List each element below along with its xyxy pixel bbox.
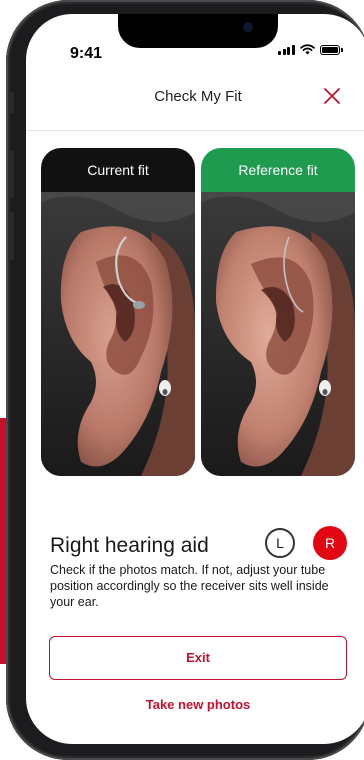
right-side-toggle[interactable]: R <box>313 526 347 560</box>
fit-instructions: Check if the photos match. If not, adjus… <box>50 563 329 609</box>
take-new-photos-link[interactable]: Take new photos <box>26 697 364 712</box>
current-fit-card: Current fit <box>41 148 195 476</box>
status-icons <box>278 44 343 55</box>
mute-switch <box>9 92 14 114</box>
signal-icon <box>278 44 295 55</box>
reference-fit-card: Reference fit <box>201 148 355 476</box>
volume-down-button <box>9 212 14 260</box>
reference-fit-label: Reference fit <box>238 162 318 178</box>
front-camera <box>243 22 253 32</box>
exit-button[interactable]: Exit <box>49 636 347 680</box>
phone-frame: 9:41 Check My Fit Current fit Reference … <box>6 0 364 760</box>
wifi-icon <box>299 44 315 55</box>
header-divider <box>26 130 364 131</box>
current-fit-label: Current fit <box>87 162 149 178</box>
page-title: Check My Fit <box>154 88 242 105</box>
hearing-aid-title: Right hearing aid <box>50 534 209 557</box>
battery-icon <box>319 44 343 55</box>
status-time: 9:41 <box>70 45 103 62</box>
volume-up-button <box>9 150 14 198</box>
current-fit-photo <box>41 192 195 476</box>
close-icon[interactable] <box>322 86 342 106</box>
reference-fit-photo <box>201 192 355 476</box>
notch <box>118 14 278 48</box>
left-side-toggle[interactable]: L <box>265 528 295 558</box>
app-screen: 9:41 Check My Fit Current fit Reference … <box>26 14 364 744</box>
